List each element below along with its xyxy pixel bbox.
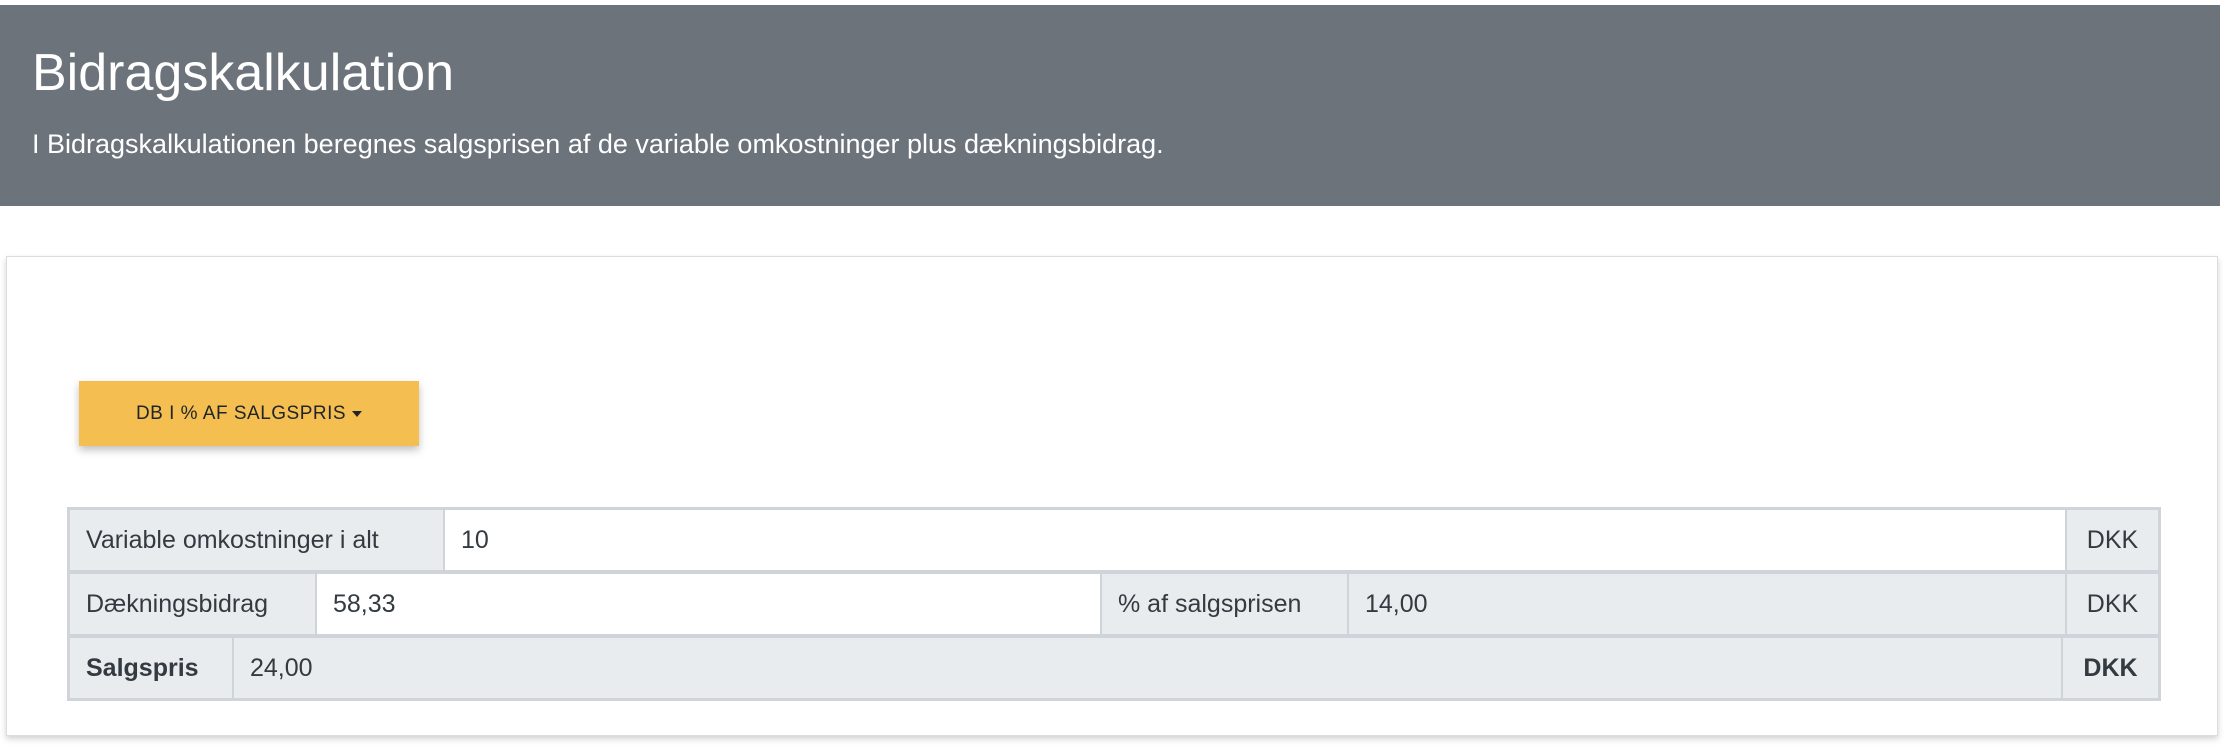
- contribution-input[interactable]: [317, 574, 1102, 634]
- contribution-result: 14,00: [1349, 574, 2067, 634]
- sales-price-label: Salgspris: [70, 638, 234, 698]
- variable-costs-label: Variable omkostninger i alt: [70, 510, 445, 570]
- variable-costs-unit: DKK: [2067, 510, 2158, 570]
- percent-label: % af salgsprisen: [1102, 574, 1349, 634]
- variable-costs-input[interactable]: [445, 510, 2067, 570]
- sales-price-unit: DKK: [2063, 638, 2158, 698]
- calculation-table: Variable omkostninger i alt DKK Dæknings…: [67, 507, 2161, 701]
- sales-price-row: Salgspris 24,00 DKK: [70, 638, 2158, 698]
- mode-dropdown-label: DB I % AF SALGSPRIS: [135, 402, 347, 424]
- contribution-row: Dækningsbidrag % af salgsprisen 14,00 DK…: [70, 574, 2158, 634]
- contribution-label: Dækningsbidrag: [70, 574, 317, 634]
- page-title: Bidragskalkulation: [32, 44, 455, 102]
- caret-down-icon: [352, 410, 363, 417]
- mode-dropdown-button[interactable]: DB I % AF SALGSPRIS: [79, 381, 419, 446]
- calculator-card: DB I % AF SALGSPRIS Variable omkostninge…: [6, 256, 2218, 736]
- page-subtitle: I Bidragskalkulationen beregnes salgspri…: [32, 129, 1164, 159]
- variable-costs-row: Variable omkostninger i alt DKK: [70, 510, 2158, 570]
- sales-price-value: 24,00: [234, 638, 2063, 698]
- contribution-unit: DKK: [2067, 574, 2158, 634]
- page-header: Bidragskalkulation I Bidragskalkulatione…: [0, 5, 2220, 206]
